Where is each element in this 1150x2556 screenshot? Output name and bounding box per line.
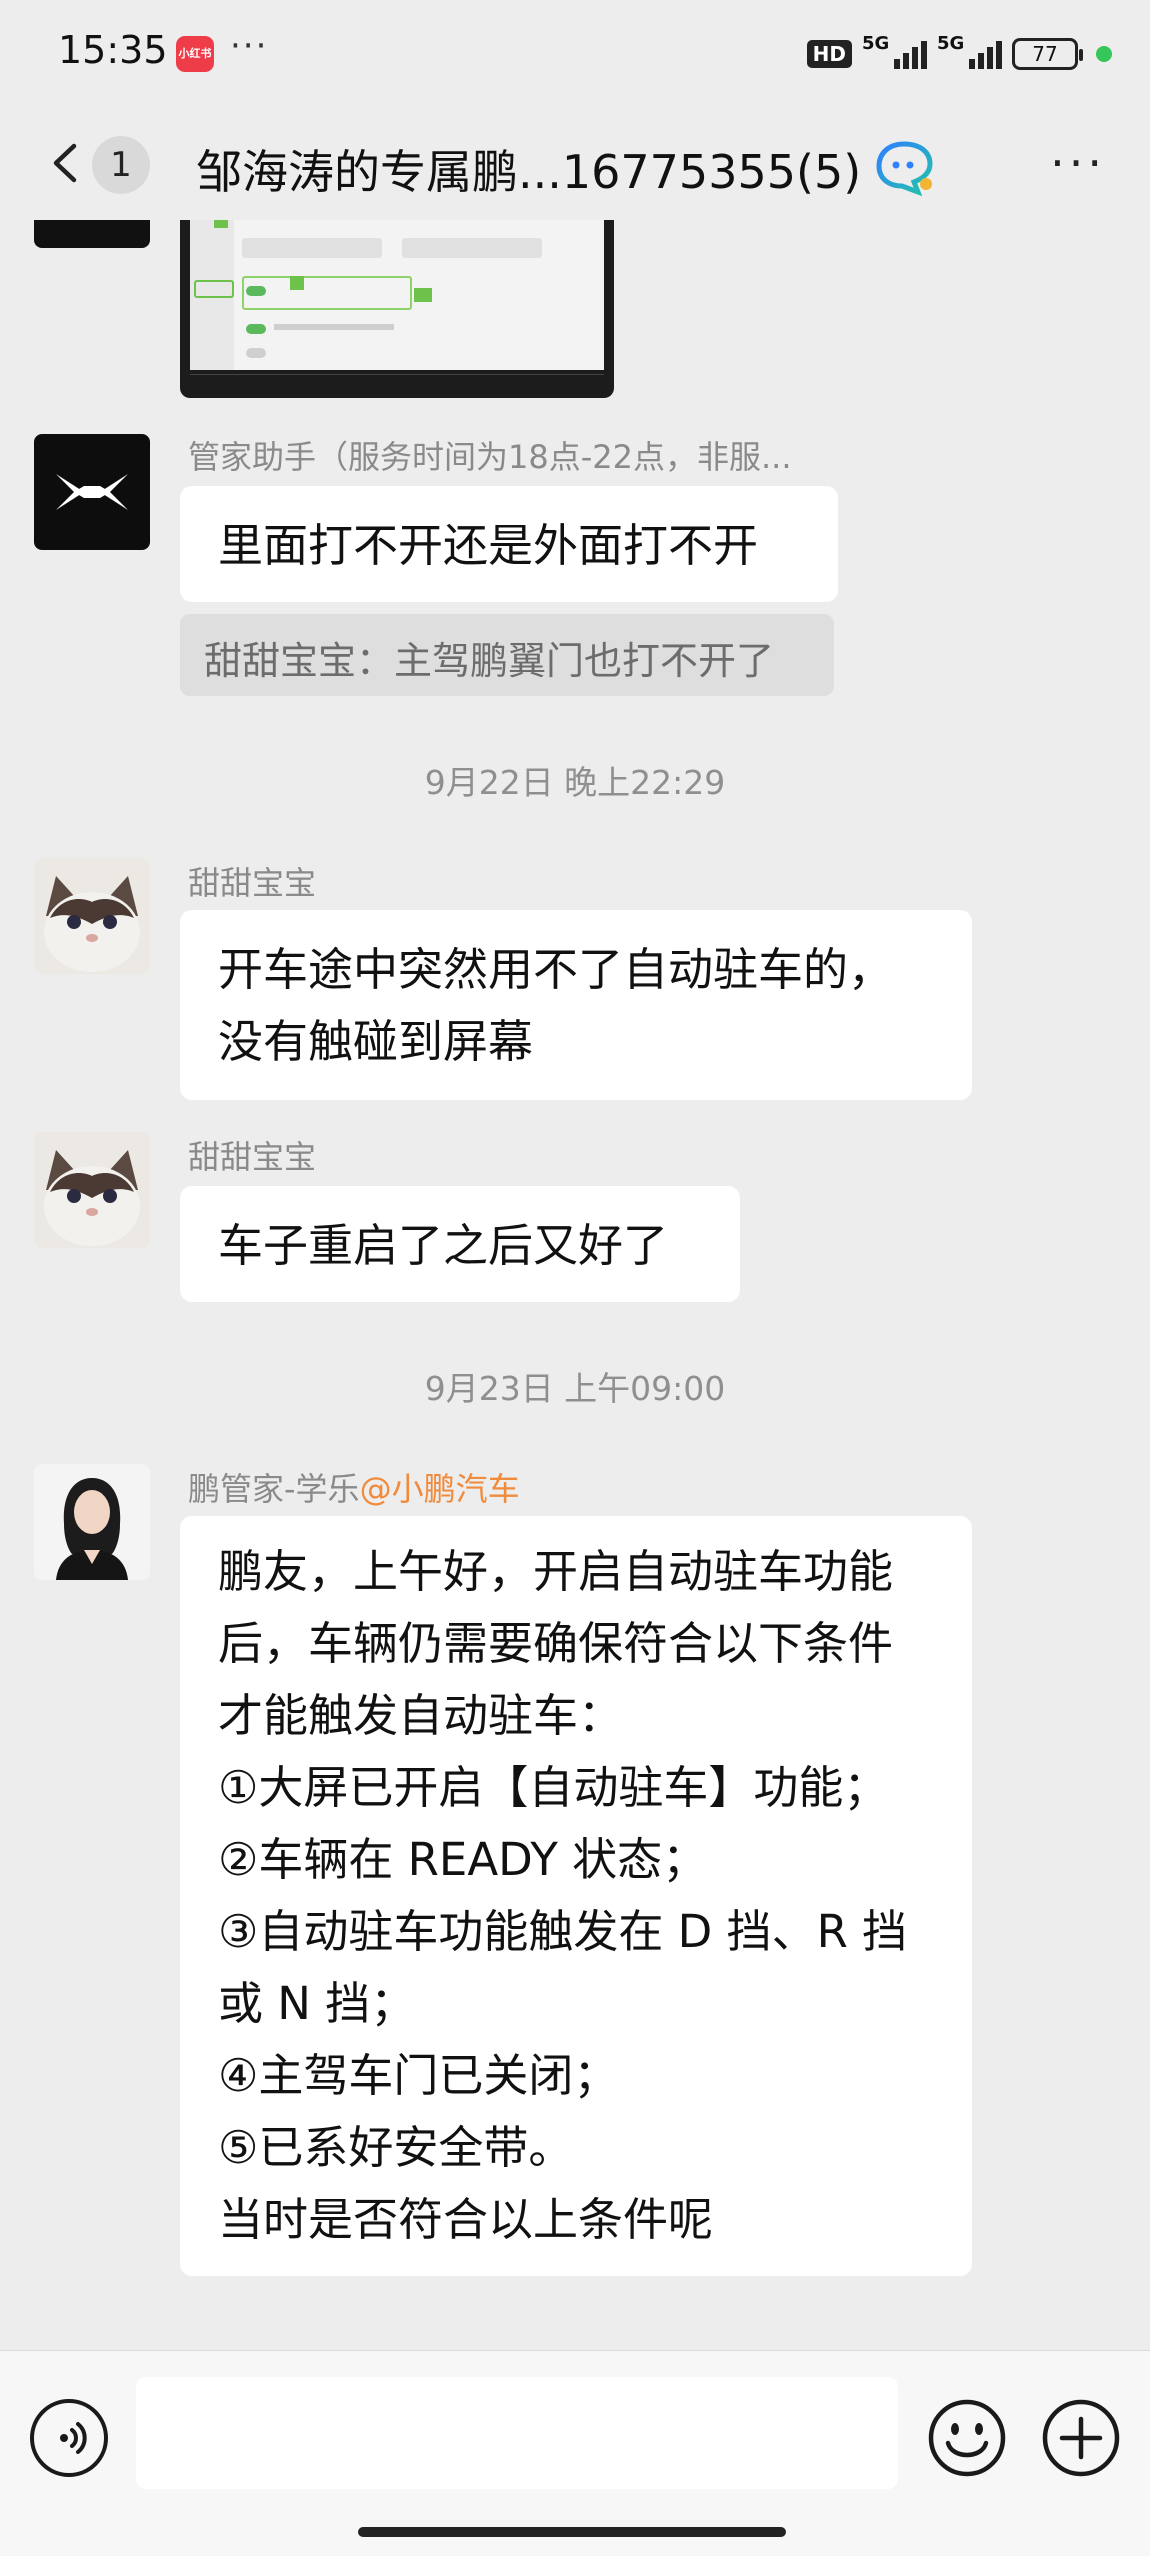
back-arrow-icon[interactable] bbox=[44, 140, 90, 186]
cat-avatar-icon bbox=[34, 1132, 150, 1248]
message-line: ①大屏已开启【自动驻车】功能； bbox=[218, 1761, 889, 1814]
signal-icon-2: 5G bbox=[937, 33, 1002, 69]
battery-icon: 77 bbox=[1012, 38, 1083, 70]
message-bubble[interactable]: 里面打不开还是外面打不开 bbox=[180, 486, 838, 602]
message-line: ④主驾车门已关闭； bbox=[218, 2049, 619, 2102]
avatar-tiantian[interactable] bbox=[34, 858, 150, 974]
message-line: 或 N 挡； bbox=[218, 1977, 416, 2030]
sender-name: 鹏管家-学乐@小鹏汽车 bbox=[188, 1464, 520, 1510]
message-line: 后，车辆仍需要确保符合以下条件 bbox=[218, 1617, 894, 1670]
app-notification-icon: 小红书 bbox=[176, 36, 214, 72]
timestamp: 9月23日 上午09:00 bbox=[424, 1369, 726, 1408]
message-avatar-partial bbox=[34, 220, 150, 248]
shared-image-message[interactable] bbox=[180, 220, 614, 398]
message-line: 没有触碰到屏幕 bbox=[218, 1015, 534, 1068]
unread-count-badge[interactable]: 1 bbox=[92, 136, 150, 194]
avatar-xuele[interactable] bbox=[34, 1464, 150, 1580]
cat-avatar-icon bbox=[34, 858, 150, 974]
message-line: 鹏友，上午好，开启自动驻车功能 bbox=[218, 1545, 894, 1598]
quoted-message[interactable]: 甜甜宝宝：主驾鹏翼门也打不开了 bbox=[180, 614, 834, 696]
avatar-tiantian[interactable] bbox=[34, 1132, 150, 1248]
message-line: ③自动驻车功能触发在 D 挡、R 挡 bbox=[218, 1905, 908, 1958]
message-bubble[interactable]: 鹏友，上午好，开启自动驻车功能 后，车辆仍需要确保符合以下条件 才能触发自动驻车… bbox=[180, 1516, 972, 2276]
clock: 15:35 bbox=[58, 28, 168, 72]
chat-messages[interactable]: 管家助手（服务时间为18点-22点，非服... 里面打不开还是外面打不开 甜甜宝… bbox=[0, 220, 1150, 2350]
privacy-indicator-dot bbox=[1096, 46, 1112, 62]
message-bubble[interactable]: 开车途中突然用不了自动驻车的， 没有触碰到屏幕 bbox=[180, 910, 972, 1100]
voice-icon bbox=[60, 2422, 87, 2454]
sender-name: 甜甜宝宝 bbox=[188, 864, 317, 902]
sender-name: 管家助手（服务时间为18点-22点，非服... bbox=[188, 438, 792, 476]
signal-icon: 5G bbox=[862, 33, 927, 69]
sender-name-text: 鹏管家-学乐 bbox=[188, 1470, 360, 1508]
chat-title: 邹海涛的专属鹏...16775355(5) bbox=[196, 145, 862, 199]
image-dock-bar bbox=[190, 374, 604, 390]
timestamp: 9月22日 晚上22:29 bbox=[424, 763, 726, 802]
xpeng-logo-icon bbox=[56, 474, 128, 510]
status-bar: 15:35 小红书 ··· HD 5G 5G 77 bbox=[0, 0, 1150, 110]
message-bubble[interactable]: 车子重启了之后又好了 bbox=[180, 1186, 740, 1302]
voice-input-button[interactable] bbox=[30, 2399, 108, 2477]
chat-header: 1 邹海涛的专属鹏...16775355(5) ··· bbox=[0, 110, 1150, 220]
status-icons: HD 5G 5G 77 bbox=[806, 33, 1112, 74]
message-line: 才能触发自动驻车： bbox=[218, 1689, 624, 1742]
message-text-input[interactable] bbox=[136, 2377, 898, 2489]
more-options-icon[interactable]: ··· bbox=[1050, 140, 1106, 186]
home-indicator[interactable] bbox=[358, 2527, 786, 2537]
person-avatar-icon bbox=[34, 1464, 150, 1580]
emoji-button-icon[interactable] bbox=[926, 2397, 1008, 2479]
message-line: 开车途中突然用不了自动驻车的， bbox=[218, 943, 894, 996]
message-line: 当时是否符合以上条件呢 bbox=[218, 2193, 714, 2246]
sender-name: 甜甜宝宝 bbox=[188, 1138, 317, 1176]
hd-voice-icon: HD bbox=[806, 40, 852, 68]
more-functions-plus-icon[interactable] bbox=[1040, 2397, 1122, 2479]
message-line: ⑤已系好安全带。 bbox=[218, 2121, 574, 2174]
sender-organization: @小鹏汽车 bbox=[359, 1470, 520, 1508]
message-input-bar bbox=[0, 2350, 1150, 2556]
message-line: ②车辆在 READY 状态； bbox=[218, 1833, 708, 1886]
ai-assistant-icon[interactable] bbox=[874, 138, 936, 196]
avatar-xpeng-assistant[interactable] bbox=[34, 434, 150, 550]
more-notifications-icon: ··· bbox=[230, 26, 269, 66]
image-screen-content bbox=[190, 220, 604, 370]
